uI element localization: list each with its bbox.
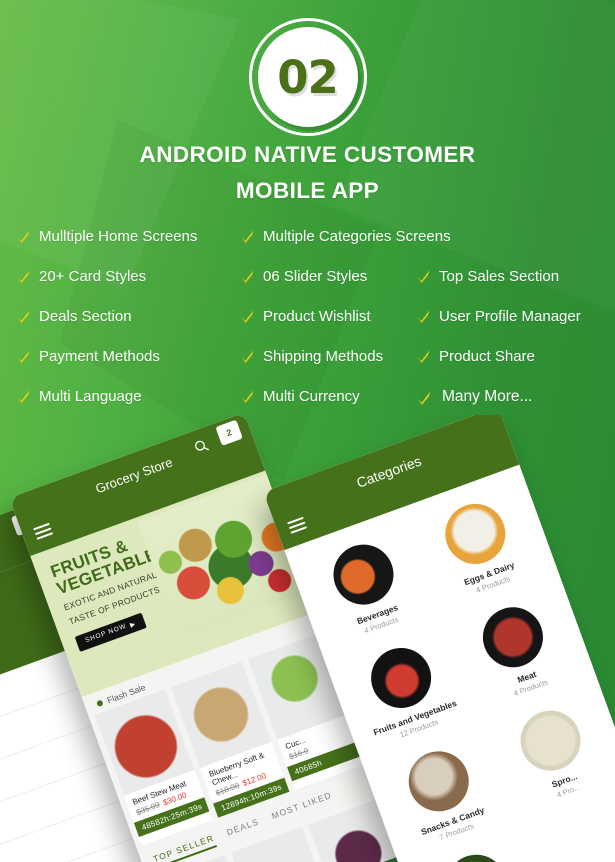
feature-label: Multi Currency xyxy=(263,388,360,405)
hamburger-menu-icon[interactable] xyxy=(286,514,308,537)
cart-count: 2 xyxy=(225,427,234,439)
feature-label: 20+ Card Styles xyxy=(39,268,147,285)
feature-item: Mulltiple Home Screens xyxy=(16,228,197,245)
check-icon xyxy=(240,389,255,404)
feature-item: 06 Slider Styles xyxy=(240,268,367,285)
play-icon: ▶ xyxy=(129,620,138,629)
promo-banner: 02 ANDROID NATIVE CUSTOMER MOBILE APP Mu… xyxy=(0,0,615,862)
page-title: ANDROID NATIVE CUSTOMER MOBILE APP xyxy=(0,142,615,203)
category-image xyxy=(511,702,589,780)
feature-label: User Profile Manager xyxy=(439,308,581,325)
feature-item: Multiple Categories Screens xyxy=(240,228,451,245)
hamburger-menu-icon[interactable] xyxy=(32,520,54,543)
feature-label: Many More... xyxy=(442,388,533,405)
category-image xyxy=(399,743,477,820)
feature-item: Product Wishlist xyxy=(240,308,371,325)
feature-item: Multi Language xyxy=(16,388,142,405)
check-icon xyxy=(416,269,431,284)
category-image xyxy=(436,495,514,573)
check-icon xyxy=(16,309,31,324)
feature-item: Many More... xyxy=(416,388,532,406)
category-image xyxy=(362,639,440,717)
feature-label: Multiple Categories Screens xyxy=(263,228,451,245)
feature-label: Deals Section xyxy=(39,308,132,325)
category-image xyxy=(324,536,402,614)
feature-label: Multi Language xyxy=(39,388,142,405)
check-icon xyxy=(16,229,31,244)
feature-item: User Profile Manager xyxy=(416,308,581,325)
feature-label: Product Wishlist xyxy=(263,308,371,325)
feature-label: Mulltiple Home Screens xyxy=(39,228,198,245)
shop-now-label: SHOP NOW xyxy=(84,623,128,645)
feature-item: 20+ Card Styles xyxy=(16,268,146,285)
feature-item: Payment Methods xyxy=(16,348,160,365)
feature-label: Shipping Methods xyxy=(263,348,384,365)
check-icon xyxy=(240,309,255,324)
section-number-badge: 02 xyxy=(248,18,367,136)
feature-label: 06 Slider Styles xyxy=(263,268,368,285)
category-image xyxy=(474,598,551,676)
feature-item: Multi Currency xyxy=(240,388,360,405)
feature-label: Top Sales Section xyxy=(439,268,560,285)
check-icon xyxy=(16,269,31,284)
check-icon xyxy=(240,269,255,284)
check-icon xyxy=(240,349,255,364)
check-icon xyxy=(416,390,431,405)
feature-list: Mulltiple Home Screens 20+ Card Styles D… xyxy=(0,224,615,419)
feature-label: Payment Methods xyxy=(39,348,160,365)
check-icon xyxy=(16,389,31,404)
check-icon xyxy=(416,349,431,364)
phone-mockups: $ 🌐 ⚲ 0 .com + + s+ Wish List xyxy=(0,415,615,862)
page-title-line1: ANDROID NATIVE CUSTOMER xyxy=(139,142,476,167)
page-title-line2: MOBILE APP xyxy=(235,177,380,203)
check-icon xyxy=(240,229,255,244)
flash-dot-icon xyxy=(96,699,104,708)
feature-item: Shipping Methods xyxy=(240,348,383,365)
check-icon xyxy=(16,349,31,364)
check-icon xyxy=(416,309,431,324)
badge-disc: 02 xyxy=(257,27,358,127)
feature-item: Deals Section xyxy=(16,308,132,325)
feature-item: Top Sales Section xyxy=(416,268,559,285)
feature-label: Product Share xyxy=(439,348,535,365)
feature-item: Product Share xyxy=(416,348,535,365)
badge-number: 02 xyxy=(277,50,339,104)
